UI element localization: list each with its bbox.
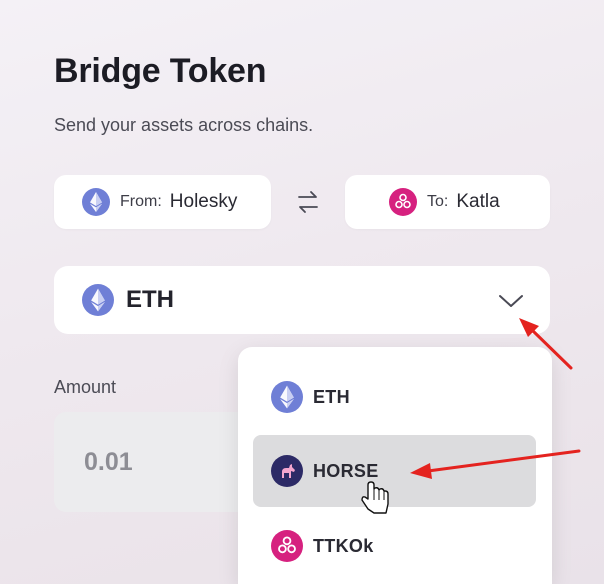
page-subtitle: Send your assets across chains.	[54, 115, 314, 135]
taiko-icon	[271, 530, 303, 562]
to-chain-name: Katla	[456, 191, 500, 212]
ethereum-icon	[271, 381, 303, 413]
amount-label: Amount	[54, 377, 117, 397]
selected-token-label: ETH	[126, 286, 174, 313]
from-label: From:	[120, 193, 162, 210]
token-option-horse[interactable]: HORSE	[253, 435, 536, 507]
token-option-eth[interactable]: ETH	[253, 361, 536, 433]
token-option-label: TTKOk	[313, 535, 374, 556]
token-option-label: HORSE	[313, 460, 379, 481]
from-chain-name: Holesky	[169, 191, 238, 212]
token-option-label: ETH	[313, 386, 350, 407]
chevron-down-icon[interactable]	[497, 292, 525, 310]
taiko-icon	[389, 188, 417, 216]
token-dropdown-menu: ETH HORSE TTKOk	[238, 347, 552, 584]
to-label: To:	[427, 193, 449, 210]
page-title: Bridge Token	[54, 52, 267, 90]
swap-arrows-icon[interactable]	[296, 189, 320, 215]
token-selector[interactable]: ETH	[54, 266, 550, 334]
ethereum-icon	[82, 284, 114, 316]
token-option-ttkok[interactable]: TTKOk	[253, 510, 536, 582]
horse-icon	[271, 455, 303, 487]
to-chain-selector[interactable]: To: Katla	[345, 175, 550, 229]
ethereum-icon	[82, 188, 110, 216]
from-chain-selector[interactable]: From: Holesky	[54, 175, 271, 229]
amount-value: 0.01	[84, 448, 133, 476]
